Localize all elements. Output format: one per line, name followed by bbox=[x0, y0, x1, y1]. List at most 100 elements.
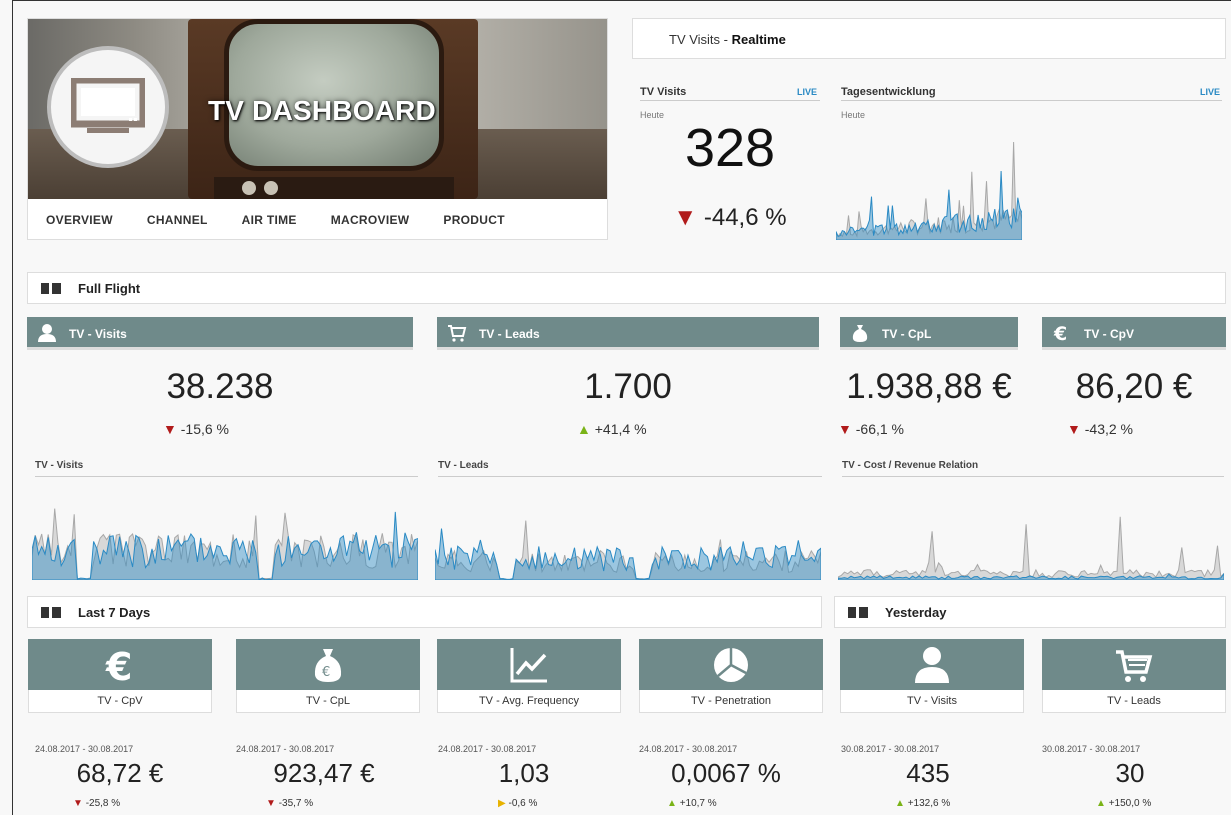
tile-label: TV - Leads bbox=[1042, 690, 1226, 713]
line-chart-icon bbox=[510, 648, 547, 683]
tile-delta: ▼ -35,7 % bbox=[266, 798, 313, 809]
cart-icon bbox=[1116, 650, 1153, 682]
chart-label-cost-revenue: TV - Cost / Revenue Relation bbox=[842, 460, 1224, 477]
kpi-header-leads: TV - Leads bbox=[437, 317, 819, 350]
section-yesterday-title: Yesterday bbox=[885, 605, 947, 620]
up-arrow-icon: ▲ bbox=[667, 798, 677, 809]
cost-revenue-chart bbox=[838, 516, 1224, 580]
tile-date: 24.08.2017 - 30.08.2017 bbox=[236, 744, 335, 754]
kpi-value-cpv: 86,20 € bbox=[1075, 367, 1193, 406]
tile-icon-area bbox=[437, 639, 621, 690]
tile-penetration[interactable]: TV - Penetration bbox=[639, 639, 823, 713]
tile-icon-area: € bbox=[28, 639, 212, 690]
euro-icon: € bbox=[105, 645, 132, 685]
section-icon bbox=[41, 283, 63, 294]
realtime-header: TV Visits - Realtime bbox=[632, 18, 1226, 59]
down-arrow-icon: ▼ bbox=[163, 421, 177, 437]
tile-cpv[interactable]: € TV - CpV bbox=[28, 639, 212, 713]
nav-product[interactable]: PRODUCT bbox=[443, 213, 504, 227]
kpi-delta-cpl: ▼ -66,1 % bbox=[838, 421, 904, 437]
euro-icon: € bbox=[1053, 323, 1067, 343]
chart-area bbox=[32, 511, 418, 580]
realtime-visits-title: TV Visits bbox=[640, 86, 820, 101]
up-arrow-icon: ▲ bbox=[895, 798, 905, 809]
nav-air-time[interactable]: AIR TIME bbox=[242, 213, 297, 227]
live-badge: LIVE bbox=[797, 87, 818, 97]
tile-delta-value: -25,8 % bbox=[85, 798, 121, 809]
trend-title: Tagesentwicklung bbox=[841, 86, 1222, 101]
down-arrow-icon: ▼ bbox=[266, 798, 276, 809]
tile-date: 24.08.2017 - 30.08.2017 bbox=[639, 744, 738, 754]
kpi-delta-cpv: ▼ -43,2 % bbox=[1067, 421, 1133, 437]
realtime-trend-chart bbox=[836, 141, 1022, 240]
tile-delta-value: +150,0 % bbox=[1108, 798, 1152, 809]
money-bag-icon: € bbox=[314, 649, 342, 682]
tile-delta-value: -35,7 % bbox=[278, 798, 314, 809]
realtime-header-prefix: TV Visits - bbox=[669, 32, 732, 47]
chart-area bbox=[836, 170, 1022, 240]
up-arrow-icon: ▲ bbox=[577, 421, 591, 437]
kpi-header-visits-label: TV - Visits bbox=[69, 327, 127, 341]
kpi-header-cpl: TV - CpL bbox=[840, 317, 1018, 350]
kpi-value-visits: 38.238 bbox=[166, 367, 274, 406]
realtime-visits-title-text: TV Visits bbox=[640, 86, 687, 98]
section-icon bbox=[848, 607, 870, 618]
kpi-value-cpl: 1.938,88 € bbox=[846, 367, 1012, 406]
tile-delta: ▶ -0,6 % bbox=[498, 798, 537, 809]
hero-title: TV DASHBOARD bbox=[208, 95, 436, 126]
tile-delta-value: +10,7 % bbox=[679, 798, 717, 809]
realtime-header-bold: Realtime bbox=[731, 32, 786, 47]
tile-delta-value: -0,6 % bbox=[508, 798, 538, 809]
hero-card: TV DASHBOARD OVERVIEW CHANNEL AIR TIME M… bbox=[27, 18, 608, 240]
tile-cpl[interactable]: € TV - CpL bbox=[236, 639, 420, 713]
tile-date: 24.08.2017 - 30.08.2017 bbox=[35, 744, 134, 754]
nav-overview[interactable]: OVERVIEW bbox=[46, 213, 113, 227]
tile-value: 1,03 bbox=[498, 758, 550, 788]
realtime-delta: ▼ -44,6 % bbox=[632, 204, 828, 232]
nav-channel[interactable]: CHANNEL bbox=[147, 213, 208, 227]
tile-icon-area: € bbox=[236, 639, 420, 690]
tile-label: TV - Avg. Frequency bbox=[437, 690, 621, 713]
hero-image: TV DASHBOARD bbox=[28, 19, 607, 199]
visits-chart bbox=[32, 508, 418, 580]
tile-label: TV - Penetration bbox=[639, 690, 823, 713]
hero-nav: OVERVIEW CHANNEL AIR TIME MACROVIEW PROD… bbox=[28, 199, 607, 240]
tile-label: TV - CpL bbox=[236, 690, 420, 713]
tile-value: 68,72 € bbox=[76, 758, 164, 788]
live-badge: LIVE bbox=[1200, 87, 1221, 97]
section-icon bbox=[41, 607, 63, 618]
kpi-header-leads-label: TV - Leads bbox=[479, 327, 540, 341]
tile-value: 30 bbox=[1115, 758, 1145, 788]
tile-yesterday-leads[interactable]: TV - Leads bbox=[1042, 639, 1226, 713]
chart-label-visits: TV - Visits bbox=[35, 460, 418, 477]
tile-date: 24.08.2017 - 30.08.2017 bbox=[438, 744, 537, 754]
kpi-header-visits: TV - Visits bbox=[27, 317, 413, 350]
down-arrow-icon: ▼ bbox=[673, 204, 698, 231]
kpi-delta-leads: ▲ +41,4 % bbox=[577, 421, 647, 437]
kpi-delta-cpv-value: -43,2 % bbox=[1084, 421, 1133, 437]
tile-label: TV - Visits bbox=[840, 690, 1024, 713]
kpi-header-cpl-label: TV - CpL bbox=[882, 327, 932, 341]
chart-area bbox=[435, 528, 821, 580]
realtime-value: 328 bbox=[684, 118, 776, 178]
tile-date: 30.08.2017 - 30.08.2017 bbox=[841, 744, 940, 754]
kpi-header-cpv: € TV - CpV bbox=[1042, 317, 1226, 350]
up-arrow-icon: ▲ bbox=[1096, 798, 1106, 809]
tile-delta: ▲ +10,7 % bbox=[667, 798, 717, 809]
down-arrow-icon: ▼ bbox=[73, 798, 83, 809]
tile-icon-area bbox=[840, 639, 1024, 690]
nav-macroview[interactable]: MACROVIEW bbox=[331, 213, 410, 227]
tile-avg-frequency[interactable]: TV - Avg. Frequency bbox=[437, 639, 621, 713]
section-last-7-days: Last 7 Days bbox=[27, 596, 822, 628]
tile-value: 435 bbox=[906, 758, 950, 788]
chart-label-leads: TV - Leads bbox=[438, 460, 822, 477]
tile-yesterday-visits[interactable]: TV - Visits bbox=[840, 639, 1024, 713]
tile-value: 0,0067 % bbox=[671, 758, 781, 788]
right-arrow-icon: ▶ bbox=[498, 798, 506, 809]
leads-chart bbox=[435, 520, 821, 580]
pie-chart-icon bbox=[714, 648, 748, 682]
section-full-flight-title: Full Flight bbox=[78, 281, 141, 296]
down-arrow-icon: ▼ bbox=[838, 421, 852, 437]
kpi-delta-visits: ▼ -15,6 % bbox=[163, 421, 229, 437]
tile-delta: ▼ -25,8 % bbox=[73, 798, 120, 809]
